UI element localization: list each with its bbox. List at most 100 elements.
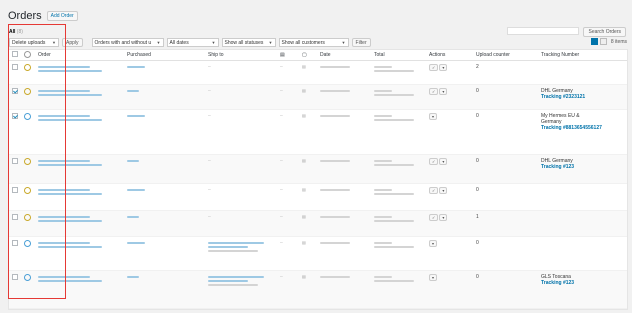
actions-cell: ✓ ▾ — [426, 85, 473, 109]
add-order-button[interactable]: Add Order — [46, 11, 78, 21]
notes-icon: ▤ — [302, 240, 306, 245]
purchased-items-link[interactable] — [127, 160, 139, 162]
order-date — [320, 160, 350, 162]
actions-cell: ✓ ▾ — [426, 211, 473, 236]
total-cell — [371, 85, 426, 109]
col-ship-to: Ship to — [208, 52, 224, 58]
purchased-items-link[interactable] — [127, 66, 145, 68]
notes-icon: ▤ — [302, 214, 306, 219]
chevron-down-icon: ▼ — [268, 40, 273, 45]
search-orders-button[interactable]: Search Orders — [583, 27, 626, 37]
table-row[interactable]: – ▤ ▾ 0 GLS Toscana Tracking #123 — [9, 271, 627, 309]
notes-icon: ▤ — [302, 64, 306, 69]
processing-action-button[interactable]: ✓ — [429, 158, 439, 165]
upload-counter: 0 — [476, 88, 479, 94]
ship-address-link[interactable] — [208, 246, 248, 248]
more-actions-button[interactable]: ▾ — [439, 214, 448, 221]
order-total — [374, 90, 392, 92]
tracking-cell: DHL Germany Tracking #123 — [538, 155, 627, 183]
table-row[interactable]: – – ▤ ✓ ▾ 0 DHL Germany Tracking #2323121 — [9, 85, 627, 110]
chevron-down-icon: ▼ — [156, 40, 161, 45]
upload-counter: 0 — [476, 158, 479, 164]
upload-counter: 0 — [476, 187, 479, 193]
purchased-items-link[interactable] — [127, 115, 145, 117]
search-input[interactable] — [507, 27, 580, 35]
total-cell — [371, 271, 426, 308]
items-count: 8 items — [610, 38, 627, 45]
more-actions-button[interactable]: ▾ — [439, 158, 448, 165]
empty-value: – — [280, 214, 283, 220]
excerpt-view-icon[interactable] — [599, 38, 607, 45]
col-date[interactable]: Date — [317, 49, 371, 61]
page-header: Orders Add Order — [8, 10, 78, 22]
order-total — [374, 189, 392, 191]
tracking-cell: My Hermes EU & Germany Tracking #881365455… — [538, 110, 627, 154]
total-cell — [371, 237, 426, 270]
customer-message-icon: ▤ — [280, 52, 285, 58]
purchased-items-link[interactable] — [127, 276, 139, 278]
payment-method — [374, 164, 414, 166]
table-row[interactable]: – – ▤ ✓ ▾ 0 DHL Germany Tracking #123 — [9, 155, 627, 184]
processing-action-button[interactable]: ✓ — [429, 88, 439, 95]
table-row[interactable]: – – ▤ ✓ ▾ 0 — [9, 184, 627, 211]
empty-value: – — [208, 187, 211, 193]
ship-to-cell: – — [205, 155, 277, 183]
more-actions-button[interactable]: ▾ — [439, 88, 448, 95]
empty-value: – — [280, 187, 283, 193]
table-row[interactable]: – ▤ ▾ 0 — [9, 237, 627, 271]
tracking-link[interactable]: Tracking #123 — [541, 164, 624, 170]
more-actions-button[interactable]: ▾ — [429, 240, 438, 247]
more-actions-button[interactable]: ▾ — [429, 113, 438, 120]
tracking-link[interactable]: Tracking #123 — [541, 280, 624, 286]
orders-table: Order Purchased Ship to ▤ ▢ Date Total A… — [8, 49, 628, 310]
processing-action-button[interactable]: ✓ — [429, 187, 439, 194]
purchased-items-link[interactable] — [127, 189, 145, 191]
actions-cell: ▾ — [426, 110, 473, 154]
orders-with-select[interactable]: Orders with and without u ▼ — [91, 38, 164, 47]
order-total — [374, 216, 392, 218]
chevron-down-icon: ▼ — [211, 40, 216, 45]
table-row[interactable]: – – ▤ ✓ ▾ 1 — [9, 211, 627, 237]
table-row[interactable]: – – ▤ ▾ 0 My Hermes EU & Germany Tracking … — [9, 110, 627, 155]
purchased-items-link[interactable] — [127, 242, 145, 244]
ship-address-link[interactable] — [208, 280, 248, 282]
payment-method — [374, 280, 414, 282]
payment-method — [374, 70, 414, 72]
statuses-select[interactable]: Show all statuses ▼ — [221, 38, 276, 47]
customers-select[interactable]: Show all customers ▼ — [278, 38, 349, 47]
list-view-icon[interactable] — [590, 38, 598, 45]
more-actions-button[interactable]: ▾ — [429, 274, 438, 281]
total-cell — [371, 184, 426, 210]
dates-select[interactable]: All dates ▼ — [166, 38, 219, 47]
ship-to-cell: – — [205, 184, 277, 210]
ship-to-cell — [205, 271, 277, 308]
payment-method — [374, 246, 414, 248]
purchased-items-link[interactable] — [127, 90, 139, 92]
order-total — [374, 66, 392, 68]
tracking-link[interactable]: Tracking #2323121 — [541, 94, 624, 100]
processing-action-button[interactable]: ✓ — [429, 214, 439, 221]
tracking-cell — [538, 237, 627, 270]
tracking-cell: DHL Germany Tracking #2323121 — [538, 85, 627, 109]
tracking-link[interactable]: Tracking #8813654556127 — [541, 125, 624, 131]
filter-button[interactable]: Filter — [351, 38, 371, 47]
notes-icon: ▤ — [302, 187, 306, 192]
ship-address-link[interactable] — [208, 242, 264, 244]
ship-address-link[interactable] — [208, 276, 264, 278]
processing-action-button[interactable]: ✓ — [429, 64, 439, 71]
payment-method — [374, 94, 414, 96]
statuses-value: Show all statuses — [224, 39, 264, 46]
purchased-items-link[interactable] — [127, 216, 139, 218]
ship-to-cell — [205, 237, 277, 270]
more-actions-button[interactable]: ▾ — [439, 187, 448, 194]
highlight-box — [8, 24, 66, 299]
payment-method — [374, 193, 414, 195]
more-actions-button[interactable]: ▾ — [439, 64, 448, 71]
actions-cell: ✓ ▾ — [426, 155, 473, 183]
table-row[interactable]: – – ▤ ✓ ▾ 2 — [9, 61, 627, 85]
customers-value: Show all customers — [281, 39, 325, 46]
notes-icon: ▤ — [302, 158, 306, 163]
col-total[interactable]: Total — [371, 49, 426, 61]
order-date — [320, 242, 350, 244]
total-cell — [371, 211, 426, 236]
